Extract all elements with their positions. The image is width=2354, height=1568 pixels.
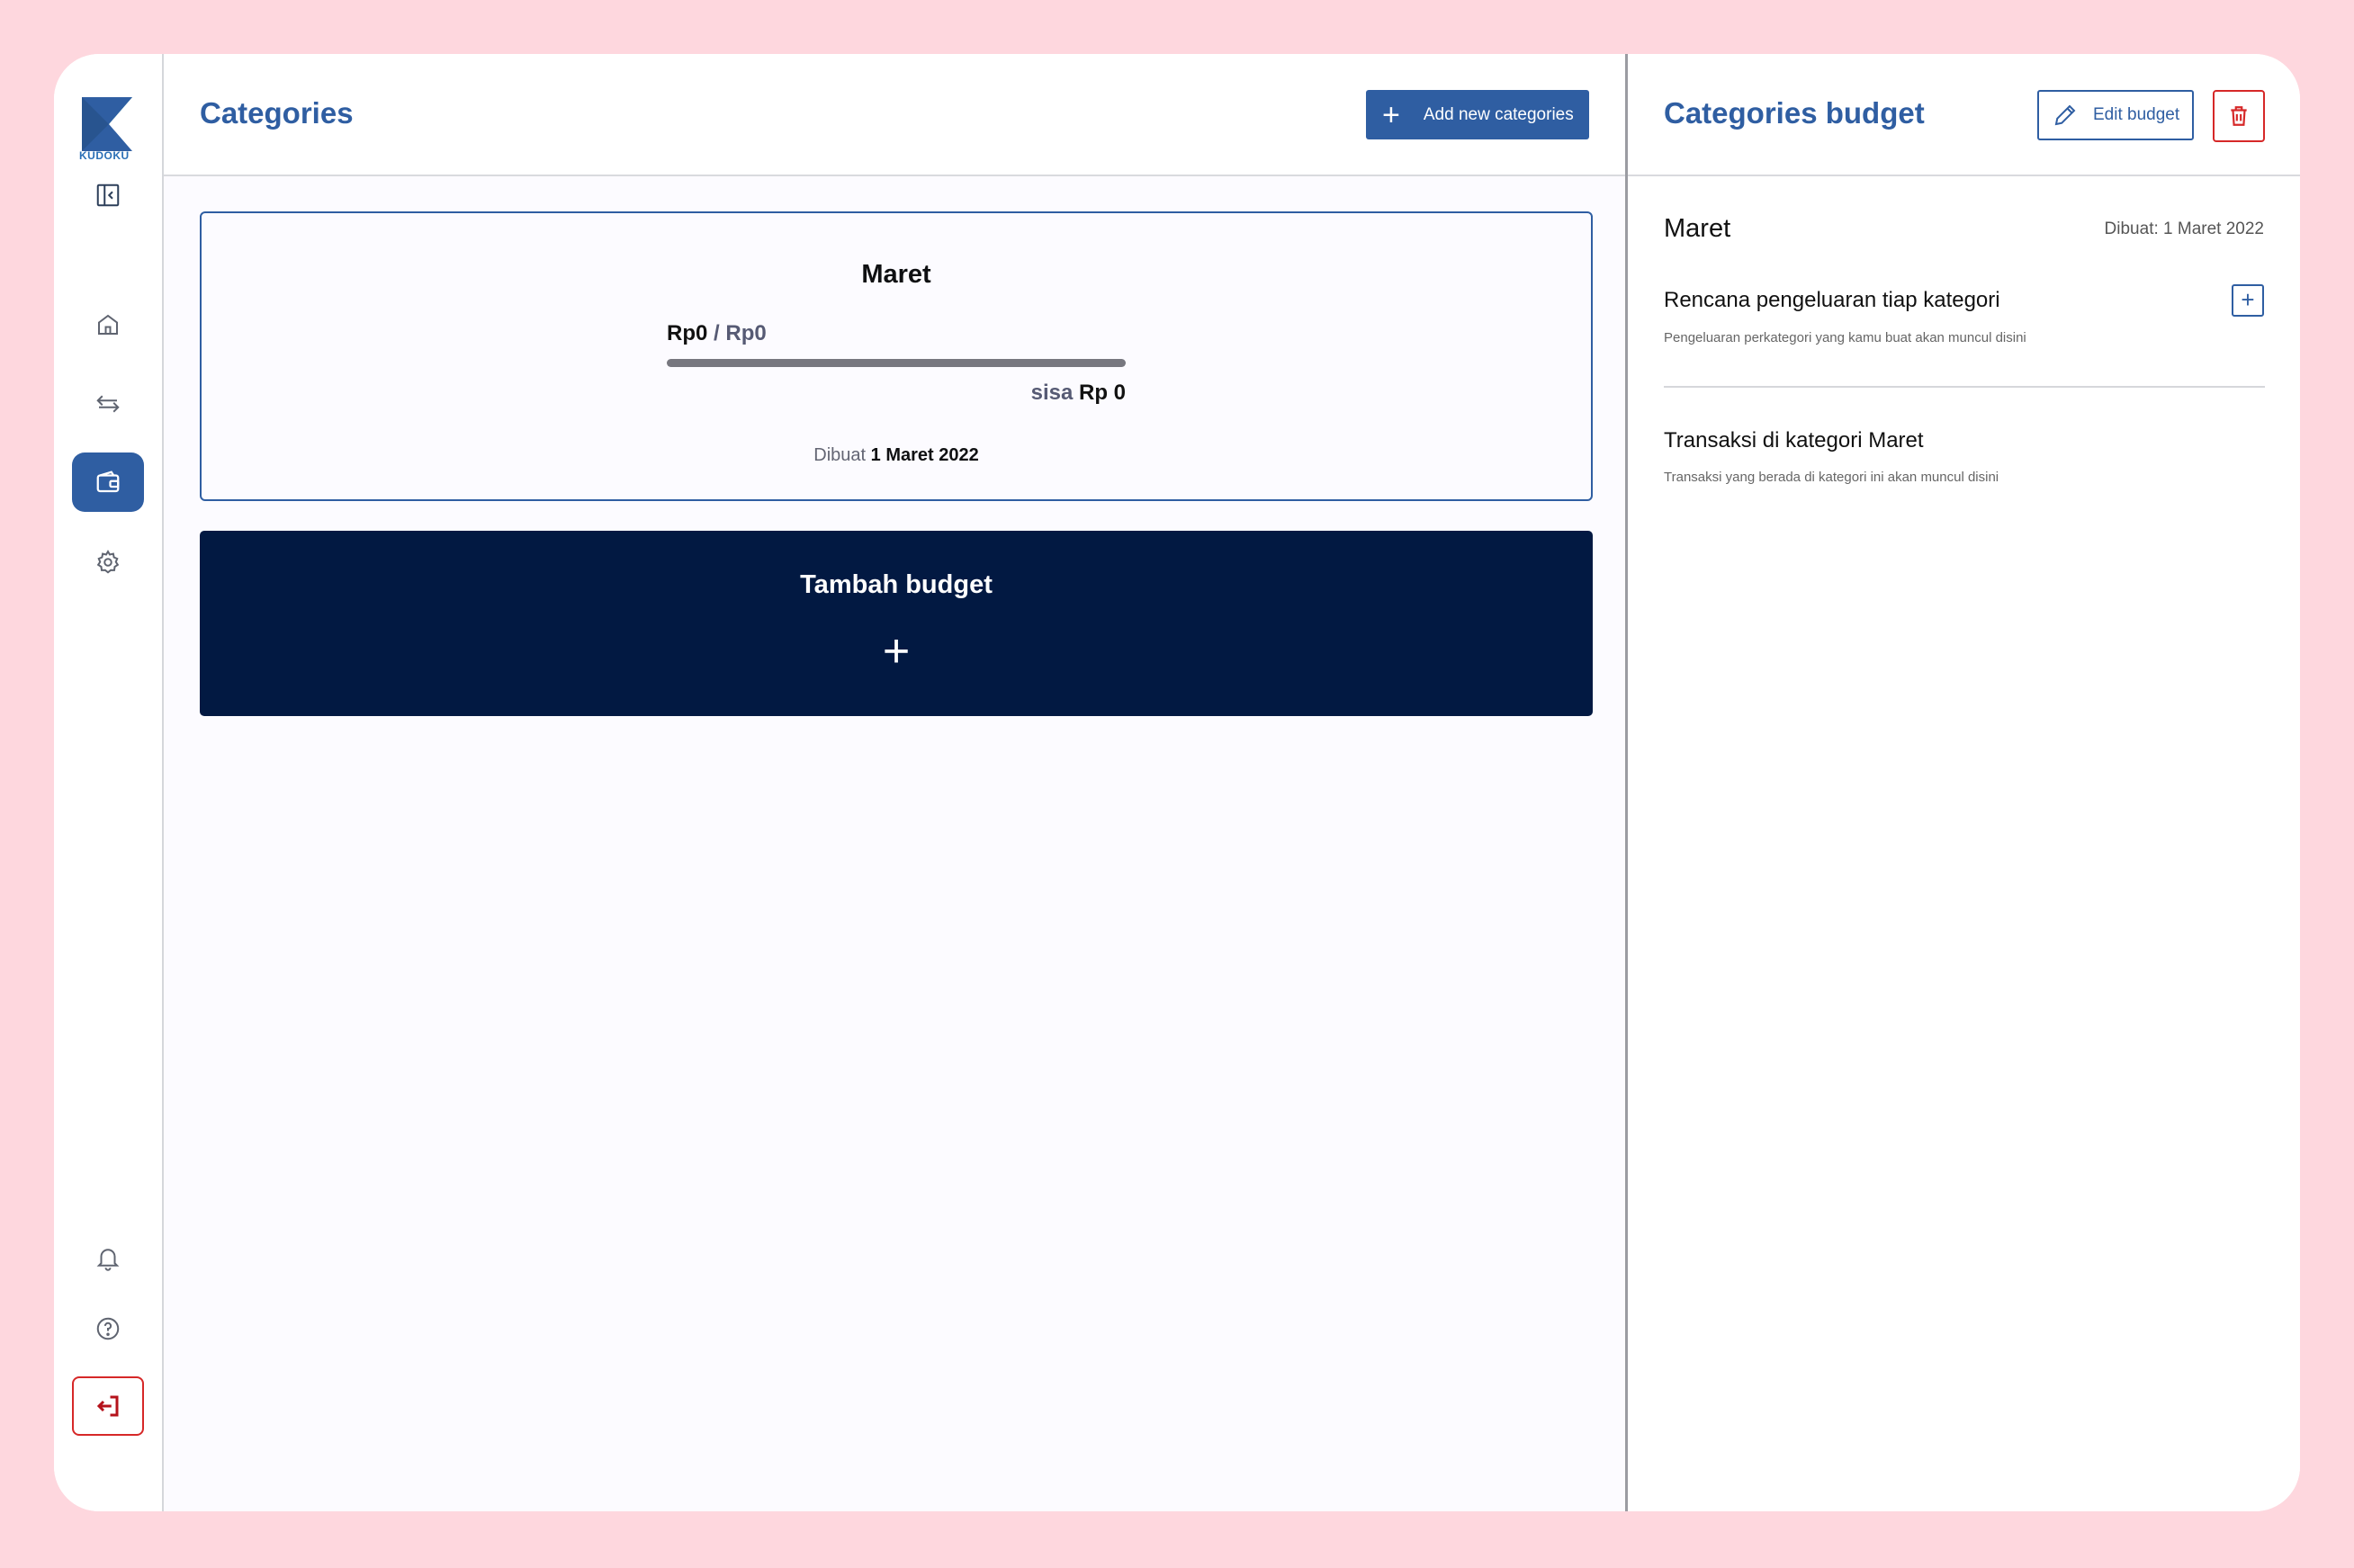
settings-icon[interactable] [72,533,144,592]
transactions-section-subtitle: Transaksi yang berada di kategori ini ak… [1664,470,1999,485]
spent-amount: Rp0 [667,321,708,345]
detail-created: Dibuat: 1 Maret 2022 [2104,220,2264,238]
main-header: Categories + Add new categories [164,54,1625,176]
kudoku-logo [82,97,132,151]
plus-icon: + [1382,97,1400,132]
collapse-sidebar-icon[interactable] [72,166,144,225]
detail-panel: Categories budget Edit budget Maret Dibu… [1625,54,2300,1511]
help-icon[interactable] [72,1299,144,1358]
edit-budget-label: Edit budget [2093,105,2180,124]
detail-month: Maret [1664,214,1731,243]
created-date: 1 Maret 2022 [870,445,979,465]
logout-icon[interactable] [72,1376,144,1436]
pencil-icon [2054,104,2076,126]
detail-header: Categories budget Edit budget [1628,54,2300,176]
transactions-section-title: Transaksi di kategori Maret [1664,428,1924,452]
add-new-categories-button[interactable]: + Add new categories [1366,90,1589,139]
amount-separator: / [714,321,720,345]
budget-progress-bar [667,359,1126,367]
add-new-categories-label: Add new categories [1423,104,1574,124]
total-amount: Rp0 [725,321,767,345]
transfer-icon[interactable] [72,374,144,434]
plan-section-title: Rencana pengeluaran tiap kategori [1664,288,2000,312]
detail-title: Categories budget [1664,96,1925,130]
budget-card-month: Maret [861,260,931,289]
created-label: Dibuat [813,445,867,465]
add-budget-label: Tambah budget [800,570,993,599]
budget-card[interactable]: Maret Rp0 / Rp0 sisa Rp 0 Dibuat 1 Maret… [200,211,1593,501]
remaining-label: sisa [1030,381,1074,405]
remaining-value: Rp 0 [1078,381,1126,405]
plus-icon: + [882,625,911,677]
app-window: KUDOKU Categories + Add new categories M… [54,54,2300,1511]
edit-budget-button[interactable]: Edit budget [2037,90,2194,140]
delete-budget-button[interactable] [2213,90,2265,142]
sidebar: KUDOKU [54,54,164,1511]
section-divider [1664,386,2265,388]
home-icon[interactable] [72,295,144,354]
budget-created: Dibuat 1 Maret 2022 [202,445,1591,466]
add-plan-button[interactable]: + [2232,284,2264,317]
trash-icon [2231,106,2247,126]
wallet-icon[interactable] [72,452,144,512]
main-panel: Categories + Add new categories Maret Rp… [164,54,1625,1511]
page-title: Categories [200,96,354,130]
add-budget-button[interactable]: Tambah budget + [200,531,1593,716]
plan-section-subtitle: Pengeluaran perkategori yang kamu buat a… [1664,330,2026,345]
remaining-amount: sisa Rp 0 [1031,381,1126,406]
bell-icon[interactable] [72,1228,144,1287]
logo-text: KUDOKU [79,149,130,162]
budget-amounts: Rp0 / Rp0 [667,321,767,346]
